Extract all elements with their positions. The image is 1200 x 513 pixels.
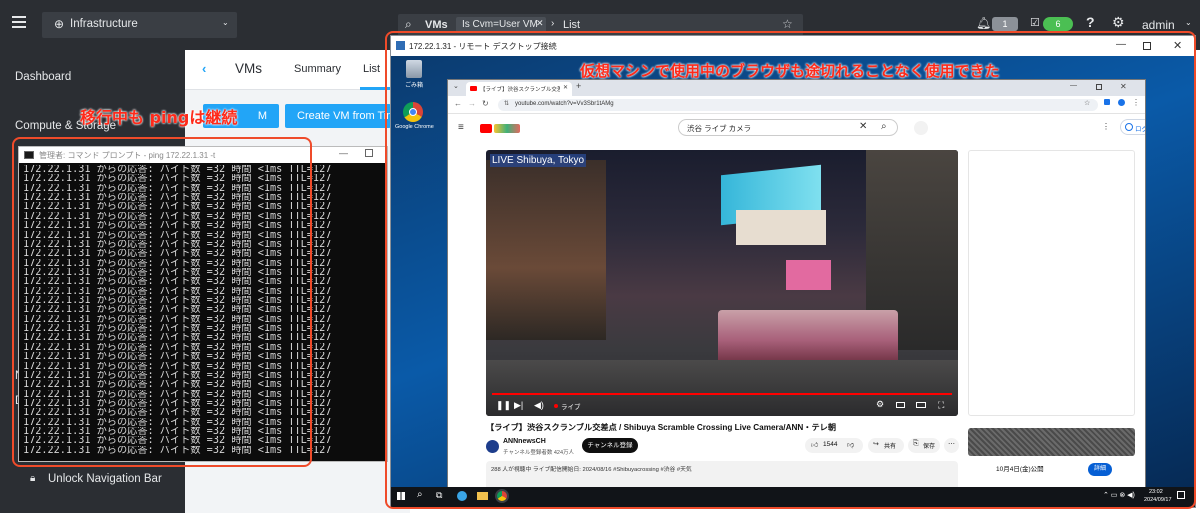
- close-icon[interactable]: ✕: [536, 18, 544, 29]
- search-entity: VMs: [425, 19, 448, 31]
- lock-icon: 🔒︎: [30, 473, 36, 484]
- tab-summary[interactable]: Summary: [294, 63, 341, 75]
- user-menu[interactable]: admin: [1142, 18, 1175, 32]
- back-chevron-icon[interactable]: ‹: [202, 61, 206, 76]
- unlock-navigation-bar[interactable]: Unlock Navigation Bar: [48, 473, 162, 485]
- tasks-icon[interactable]: ☑: [1030, 16, 1040, 29]
- hamburger-icon[interactable]: [12, 16, 26, 28]
- bell-icon[interactable]: 🔔︎: [976, 16, 991, 30]
- sidebar-item-dashboard[interactable]: Dashboard: [15, 71, 71, 83]
- create-vm-label: M: [257, 110, 267, 122]
- context-label: Infrastructure: [70, 18, 138, 30]
- globe-icon: ⊕: [54, 17, 65, 31]
- chevron-down-icon: ⌄: [1185, 18, 1192, 27]
- ping-callout-box: [12, 137, 312, 467]
- chevron-down-icon: ⌄: [222, 18, 229, 27]
- context-selector[interactable]: ⊕ Infrastructure ⌄: [42, 12, 237, 38]
- tasks-badge[interactable]: 6: [1043, 17, 1073, 31]
- alerts-badge[interactable]: 1: [992, 17, 1018, 31]
- tab-list[interactable]: List: [363, 63, 380, 75]
- filter-chip-label: Is Cvm=User VM: [462, 19, 538, 30]
- browser-callout-box: [385, 31, 1196, 509]
- browser-annotation: 仮想マシンで使用中のブラウザも途切れることなく使用できた: [580, 62, 1000, 80]
- vms-header: ‹ VMs Summary List: [185, 50, 410, 90]
- view-label: List: [563, 19, 581, 31]
- chevron-right-icon: ›: [551, 18, 555, 29]
- create-vm-from-template-label: Create VM from Tim: [297, 110, 391, 122]
- search-icon: ⌕: [405, 17, 412, 31]
- maximize-icon[interactable]: [365, 149, 373, 157]
- star-icon[interactable]: ☆: [782, 17, 793, 31]
- gear-icon[interactable]: ⚙: [1112, 14, 1125, 31]
- ping-annotation: 移行中も pingは継続: [80, 108, 238, 127]
- create-vm-from-template-button[interactable]: Create VM from Tim: [285, 104, 391, 128]
- page-title: VMs: [235, 61, 262, 76]
- help-icon[interactable]: ?: [1086, 14, 1095, 30]
- minimize-icon[interactable]: —: [339, 148, 348, 158]
